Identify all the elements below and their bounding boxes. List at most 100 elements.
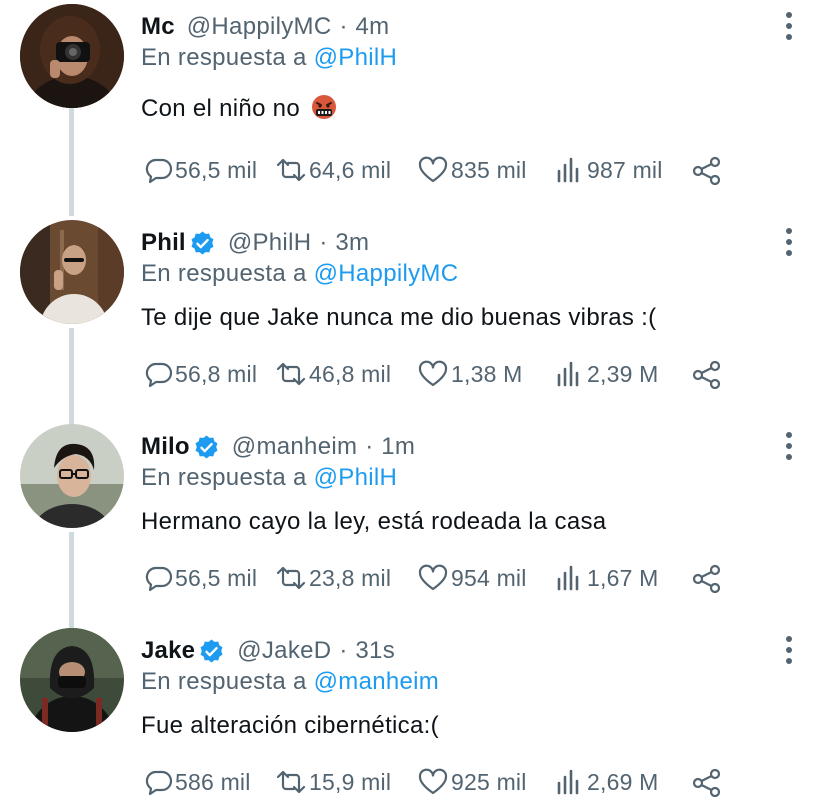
- timestamp[interactable]: 31s: [355, 637, 395, 665]
- speech-bubble-icon: [145, 770, 173, 796]
- share-nodes-icon: [692, 156, 721, 185]
- view-count: 987 mil: [587, 156, 663, 183]
- reply-to-link[interactable]: @HappilyMC: [314, 260, 459, 287]
- tweet-text-content: Con el niño no: [141, 95, 300, 122]
- vertical-ellipsis-icon[interactable]: [784, 228, 794, 256]
- avatar-photo: [20, 4, 124, 108]
- reply-prefix: En respuesta a: [141, 464, 307, 491]
- verified-badge-icon: [189, 230, 216, 257]
- reply-count: 56,5 mil: [175, 564, 258, 591]
- views-button[interactable]: 2,39 M: [555, 356, 659, 392]
- avatar-photo: [20, 628, 124, 732]
- avatar[interactable]: [20, 220, 124, 324]
- face-with-symbols-on-mouth-icon: [311, 95, 336, 119]
- separator: ·: [339, 13, 348, 40]
- reply-button[interactable]: 56,8 mil: [143, 356, 257, 392]
- bar-chart-icon: [557, 769, 579, 795]
- reply-count: 56,8 mil: [175, 360, 258, 387]
- reply-prefix: En respuesta a: [141, 44, 307, 71]
- reply-button[interactable]: 586 mil: [143, 764, 251, 800]
- share-button[interactable]: [691, 356, 723, 392]
- share-nodes-icon: [692, 564, 721, 593]
- tweet-text: Fue alteración cibernética:(: [141, 712, 439, 739]
- retweet-button[interactable]: 15,9 mil: [275, 764, 391, 800]
- views-button[interactable]: 2,69 M: [555, 764, 659, 800]
- username[interactable]: @manheim: [232, 433, 357, 461]
- username[interactable]: @PhilH: [228, 229, 312, 257]
- retweet-arrows-icon: [276, 566, 306, 590]
- like-count: 835 mil: [451, 156, 527, 183]
- share-nodes-icon: [692, 768, 721, 797]
- vertical-ellipsis-icon[interactable]: [784, 432, 794, 460]
- heart-icon: [418, 156, 448, 183]
- retweet-button[interactable]: 23,8 mil: [275, 560, 391, 596]
- like-button[interactable]: 1,38 M: [417, 356, 523, 392]
- avatar[interactable]: [20, 424, 124, 528]
- tweet-header: Mc @HappilyMC · 4m: [141, 10, 389, 44]
- tweet[interactable]: Milo @manheim · 1m En respuesta a @PhilH…: [0, 424, 828, 628]
- share-button[interactable]: [691, 764, 723, 800]
- reply-button[interactable]: 56,5 mil: [143, 560, 257, 596]
- username[interactable]: @HappilyMC: [187, 13, 332, 41]
- retweet-count: 15,9 mil: [309, 768, 392, 795]
- like-button[interactable]: 954 mil: [417, 560, 527, 596]
- username[interactable]: @JakeD: [237, 637, 331, 665]
- view-count: 2,69 M: [587, 768, 659, 795]
- view-count: 1,67 M: [587, 564, 659, 591]
- reply-prefix: En respuesta a: [141, 668, 307, 695]
- timestamp[interactable]: 1m: [381, 433, 415, 461]
- reply-to-link[interactable]: @manheim: [314, 668, 439, 695]
- reply-button[interactable]: 56,5 mil: [143, 152, 257, 188]
- reply-to-link[interactable]: @PhilH: [314, 44, 398, 71]
- display-name[interactable]: Milo: [141, 433, 190, 461]
- display-name[interactable]: Phil: [141, 229, 186, 257]
- retweet-button[interactable]: 46,8 mil: [275, 356, 391, 392]
- tweet[interactable]: Jake @JakeD · 31s En respuesta a @manhei…: [0, 628, 828, 802]
- avatar-photo: [20, 220, 124, 324]
- reply-count: 56,5 mil: [175, 156, 258, 183]
- timestamp[interactable]: 3m: [335, 229, 369, 257]
- speech-bubble-icon: [145, 566, 173, 592]
- avatar[interactable]: [20, 4, 124, 108]
- heart-icon: [418, 768, 448, 795]
- timestamp[interactable]: 4m: [355, 13, 389, 41]
- tweet[interactable]: Mc @HappilyMC · 4m En respuesta a @PhilH…: [0, 4, 828, 208]
- reply-context: En respuesta a @HappilyMC: [141, 260, 458, 288]
- avatar-photo: [20, 424, 124, 528]
- tweet[interactable]: Phil @PhilH · 3m En respuesta a @Happily…: [0, 220, 828, 424]
- tweet-text: Con el niño no: [141, 94, 337, 123]
- vertical-ellipsis-icon[interactable]: [784, 636, 794, 664]
- retweet-arrows-icon: [276, 158, 306, 182]
- like-button[interactable]: 925 mil: [417, 764, 527, 800]
- views-button[interactable]: 1,67 M: [555, 560, 659, 596]
- bar-chart-icon: [557, 565, 579, 591]
- separator: ·: [319, 229, 328, 256]
- tweet-header: Milo @manheim · 1m: [141, 430, 415, 464]
- retweet-count: 46,8 mil: [309, 360, 392, 387]
- retweet-arrows-icon: [276, 770, 306, 794]
- avatar[interactable]: [20, 628, 124, 732]
- tweet-actions: 56,5 mil 64,6 mil 835 mil 987 mil: [141, 152, 741, 188]
- display-name[interactable]: Jake: [141, 637, 195, 665]
- heart-icon: [418, 564, 448, 591]
- separator: ·: [339, 637, 348, 664]
- share-nodes-icon: [692, 360, 721, 389]
- heart-icon: [418, 360, 448, 387]
- separator: ·: [365, 433, 374, 460]
- bar-chart-icon: [557, 157, 579, 183]
- share-button[interactable]: [691, 560, 723, 596]
- reply-context: En respuesta a @manheim: [141, 668, 439, 696]
- display-name[interactable]: Mc: [141, 13, 175, 41]
- like-button[interactable]: 835 mil: [417, 152, 527, 188]
- like-count: 925 mil: [451, 768, 527, 795]
- reply-to-link[interactable]: @PhilH: [314, 464, 398, 491]
- views-button[interactable]: 987 mil: [555, 152, 663, 188]
- retweet-button[interactable]: 64,6 mil: [275, 152, 391, 188]
- reply-prefix: En respuesta a: [141, 260, 307, 287]
- vertical-ellipsis-icon[interactable]: [784, 12, 794, 40]
- like-count: 954 mil: [451, 564, 527, 591]
- share-button[interactable]: [691, 152, 723, 188]
- reply-context: En respuesta a @PhilH: [141, 44, 397, 72]
- retweet-count: 64,6 mil: [309, 156, 392, 183]
- reply-context: En respuesta a @PhilH: [141, 464, 397, 492]
